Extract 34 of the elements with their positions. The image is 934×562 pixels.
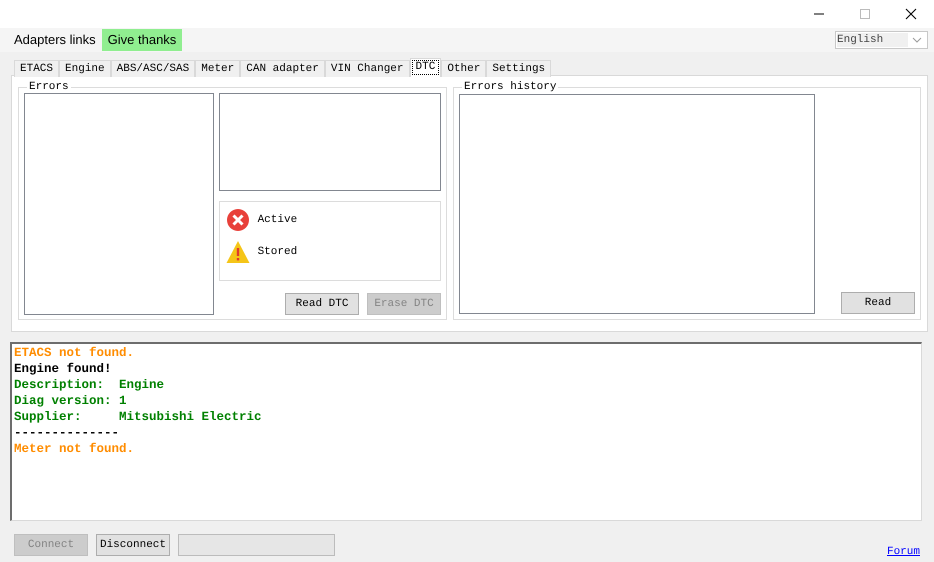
tab[interactable]: ETACS xyxy=(14,60,60,77)
group-title: Errors xyxy=(28,81,70,93)
warning-icon xyxy=(226,240,250,264)
forum-link[interactable]: Forum xyxy=(886,544,920,560)
menu-item[interactable]: Give thanks xyxy=(102,29,182,51)
button[interactable]: Disconnect xyxy=(96,534,170,556)
tab[interactable]: ABS/ASC/SAS xyxy=(110,60,196,77)
legend-label: Stored xyxy=(258,244,298,260)
group-title: Errors history xyxy=(463,81,558,93)
caret-icon xyxy=(912,37,922,43)
log-line: Supplier: Mitsubishi Electric xyxy=(14,409,263,425)
errors-list[interactable] xyxy=(24,93,214,315)
tab[interactable]: CAN adapter xyxy=(240,60,325,77)
error-icon xyxy=(226,208,250,232)
log-line: Description: Engine xyxy=(14,377,166,393)
tab[interactable]: VIN Changer xyxy=(324,60,410,77)
tab[interactable]: Engine xyxy=(59,60,111,77)
tab[interactable]: Settings xyxy=(486,60,552,77)
log-line: Meter not found. xyxy=(14,441,136,457)
log-line: Diag version: 1 xyxy=(14,393,128,409)
legend-label: Active xyxy=(258,212,298,228)
language-dropdown[interactable]: English xyxy=(835,31,928,49)
menu-item[interactable]: Adapters links xyxy=(8,29,102,51)
tab[interactable]: Meter xyxy=(195,60,240,77)
tab[interactable]: DTC xyxy=(410,58,442,77)
log-line: ETACS not found. xyxy=(14,345,136,361)
button[interactable]: Read xyxy=(841,292,915,314)
button[interactable]: Read DTC xyxy=(285,293,360,315)
log-line: Engine found! xyxy=(14,361,113,377)
tab[interactable]: Other xyxy=(441,60,486,77)
maximize-icon[interactable] xyxy=(859,8,871,20)
log-line: -------------- xyxy=(14,425,120,441)
close-icon[interactable] xyxy=(905,8,917,20)
errors-history-list[interactable] xyxy=(459,94,815,314)
